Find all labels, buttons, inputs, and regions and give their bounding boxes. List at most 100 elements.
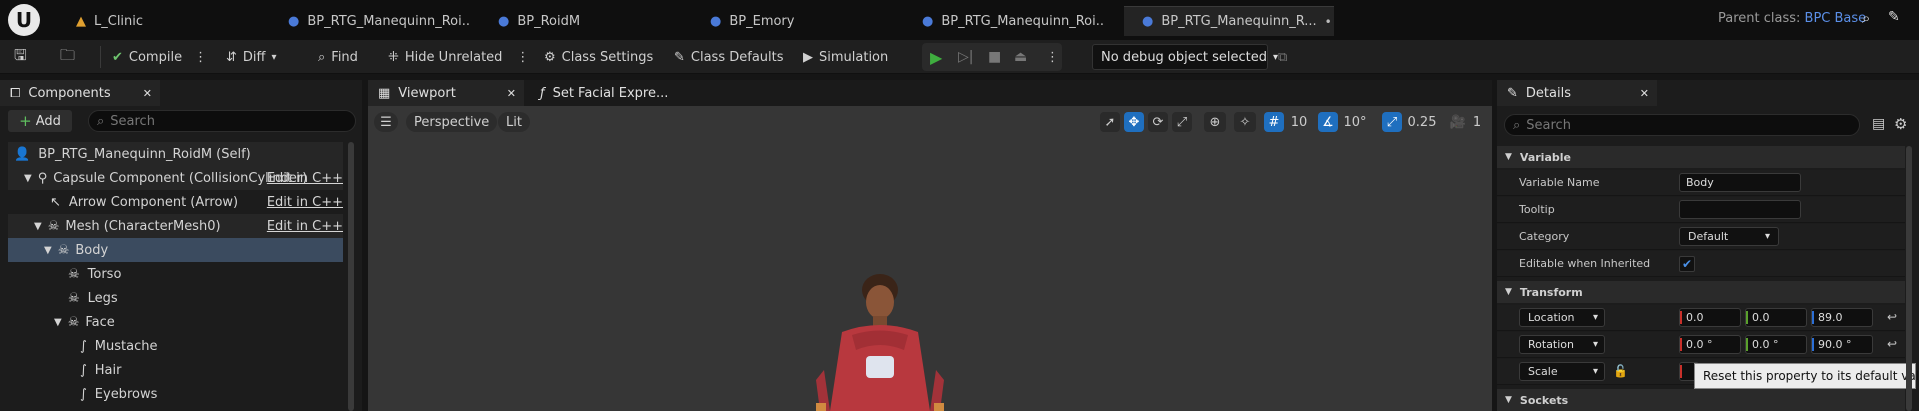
- select-icon[interactable]: ➚: [1100, 112, 1120, 132]
- translate-icon[interactable]: ✥: [1124, 112, 1144, 132]
- camera-speed-icon[interactable]: 🎥: [1448, 112, 1468, 132]
- row-variable-name: Variable Name Body: [1497, 170, 1905, 196]
- add-component-button[interactable]: + Add: [8, 110, 72, 132]
- tab-bp-emory[interactable]: ● BP_Emory: [692, 6, 882, 36]
- browse-icon[interactable]: 🗀: [60, 45, 75, 69]
- viewport-menu-button[interactable]: ☰: [374, 112, 398, 132]
- close-icon[interactable]: ✕: [143, 87, 152, 100]
- hide-unrelated-button[interactable]: ⁜ Hide Unrelated ⋮: [388, 45, 529, 69]
- editable-checkbox[interactable]: ✔: [1679, 256, 1695, 272]
- location-z-field[interactable]: 89.0: [1811, 308, 1873, 327]
- find-button[interactable]: ⌕ Find: [318, 45, 358, 69]
- tree-item-arrow[interactable]: ↖ Arrow Component (Arrow) Edit in C++: [8, 190, 343, 214]
- class-settings-button[interactable]: ⚙ Class Settings: [544, 45, 653, 69]
- tab-bp-rtg-manequinn-2[interactable]: ● BP_RTG_Manequinn_Roi...: [904, 6, 1104, 36]
- section-transform[interactable]: ▼ Transform: [1497, 281, 1905, 303]
- tab-l-clinic[interactable]: ▲ L_Clinic: [58, 6, 248, 36]
- tree-item-body[interactable]: ▼ ☠ Body: [8, 238, 343, 262]
- gear-icon[interactable]: ⚙: [1894, 115, 1907, 133]
- details-search-input[interactable]: ⌕ Search: [1504, 114, 1860, 136]
- parent-class-link[interactable]: BPC Base: [1805, 11, 1867, 26]
- viewport-tab[interactable]: ▦ Viewport ✕: [368, 80, 524, 106]
- tooltip-field[interactable]: [1679, 200, 1801, 219]
- tab-bp-rtg-manequinn-1[interactable]: ● BP_RTG_Manequinn_Roi...: [270, 6, 470, 36]
- lock-icon[interactable]: 🔓: [1613, 364, 1628, 378]
- rotation-snap-icon[interactable]: ∡: [1318, 112, 1338, 132]
- tree-item-mesh[interactable]: ▼ ☠ Mesh (CharacterMesh0) Edit in C++: [8, 214, 343, 238]
- function-tab[interactable]: ƒ Set Facial Expre...: [530, 80, 680, 106]
- table-view-icon[interactable]: ▤: [1872, 116, 1885, 132]
- location-y-field[interactable]: 0.0: [1745, 308, 1807, 327]
- close-icon[interactable]: ✕: [507, 87, 516, 100]
- section-variable[interactable]: ▼ Variable: [1497, 146, 1905, 168]
- rotation-mode-combo[interactable]: Rotation ▾: [1519, 335, 1605, 354]
- perspective-button[interactable]: Perspective: [406, 112, 498, 132]
- search-icon[interactable]: ⌕: [1862, 9, 1870, 27]
- scale-snap-value[interactable]: 0.25: [1404, 112, 1440, 132]
- debug-object-dropdown[interactable]: No debug object selected ▾: [1092, 44, 1278, 70]
- grid-snap-icon[interactable]: #: [1264, 112, 1284, 132]
- surface-snap-icon[interactable]: ✧: [1234, 112, 1256, 132]
- tree-item-hair[interactable]: ∫ Hair: [8, 358, 343, 382]
- grid-snap-value[interactable]: 10: [1286, 112, 1312, 132]
- save-icon[interactable]: 🖫: [14, 45, 27, 69]
- rotation-x-field[interactable]: 0.0 °: [1679, 335, 1741, 354]
- variable-name-field[interactable]: Body: [1679, 173, 1801, 192]
- blueprint-icon: ●: [498, 13, 510, 29]
- chevron-down-icon: ▼: [54, 316, 62, 328]
- rotation-z-field[interactable]: 90.0 °: [1811, 335, 1873, 354]
- rotation-y-field[interactable]: 0.0 °: [1745, 335, 1807, 354]
- close-icon[interactable]: ✕: [1640, 87, 1649, 100]
- scale-snap-icon[interactable]: ⤢: [1382, 112, 1402, 132]
- tab-bp-rtg-manequinn-active[interactable]: ● BP_RTG_Manequinn_R... • ✕: [1124, 6, 1334, 36]
- tree-item-self[interactable]: 👤 BP_RTG_Manequinn_RoidM (Self): [8, 142, 343, 166]
- toolbar-separator: [100, 46, 101, 68]
- play-icon[interactable]: ▶: [930, 45, 942, 69]
- compile-button[interactable]: ✔ Compile ⋮: [112, 45, 207, 69]
- tree-item-mustache[interactable]: ∫ Mustache: [8, 334, 343, 358]
- step-icon[interactable]: ▷|: [958, 45, 973, 69]
- components-tab[interactable]: ⧠ Components ✕: [0, 80, 160, 106]
- components-search-input[interactable]: ⌕ Search: [88, 110, 356, 132]
- rotate-icon[interactable]: ⟳: [1148, 112, 1168, 132]
- location-x-field[interactable]: 0.0: [1679, 308, 1741, 327]
- edit-in-cpp-link[interactable]: Edit in C++: [267, 195, 343, 210]
- play-options-icon[interactable]: ⋮: [1046, 45, 1059, 69]
- details-tab[interactable]: ✎ Details ✕: [1497, 80, 1657, 106]
- category-combo[interactable]: Default ▾: [1679, 227, 1779, 246]
- edit-in-cpp-link[interactable]: Edit in C++: [267, 219, 343, 234]
- x-axis-marker: [1680, 338, 1682, 351]
- scale-mode-combo[interactable]: Scale ▾: [1519, 362, 1605, 381]
- scale-icon[interactable]: ⤢: [1172, 112, 1192, 132]
- class-defaults-button[interactable]: ✎ Class Defaults: [674, 45, 784, 69]
- compile-options-icon[interactable]: ⋮: [194, 50, 207, 65]
- edit-in-cpp-link[interactable]: Edit in C++: [267, 171, 343, 186]
- stop-icon[interactable]: ■: [988, 45, 1001, 69]
- location-mode-combo[interactable]: Location ▾: [1519, 308, 1605, 327]
- chevron-down-icon: ▾: [1592, 366, 1598, 377]
- pencil-icon[interactable]: ✎: [1888, 9, 1900, 25]
- tab-bp-roidm[interactable]: ● BP_RoidM: [480, 6, 670, 36]
- lit-button[interactable]: Lit: [498, 112, 530, 132]
- details-scrollbar[interactable]: [1906, 146, 1912, 411]
- tree-item-face[interactable]: ▼ ☠ Face: [8, 310, 343, 334]
- hide-options-icon[interactable]: ⋮: [516, 50, 529, 65]
- tree-item-legs[interactable]: ☠ Legs: [8, 286, 343, 310]
- debug-filter-icon[interactable]: ⧉: [1278, 45, 1287, 69]
- simulation-button[interactable]: ▶ Simulation: [803, 45, 888, 69]
- camera-speed-value[interactable]: 1: [1470, 112, 1484, 132]
- unreal-logo-icon[interactable]: U: [8, 4, 40, 36]
- components-scrollbar[interactable]: [348, 142, 354, 411]
- section-sockets[interactable]: ▼ Sockets: [1497, 389, 1905, 411]
- tree-item-eyebrows[interactable]: ∫ Eyebrows: [8, 382, 343, 406]
- close-tab-icon[interactable]: • ✕: [1325, 15, 1334, 29]
- character-preview[interactable]: [780, 260, 980, 411]
- tree-item-capsule[interactable]: ▼ ⚲ Capsule Component (CollisionCylinder…: [8, 166, 343, 190]
- reset-rotation-icon[interactable]: ↩: [1887, 337, 1897, 351]
- rotation-snap-value[interactable]: 10°: [1340, 112, 1370, 132]
- world-local-icon[interactable]: ⊕: [1204, 112, 1226, 132]
- tree-item-torso[interactable]: ☠ Torso: [8, 262, 343, 286]
- reset-location-icon[interactable]: ↩: [1887, 310, 1897, 324]
- diff-button[interactable]: ⇵ Diff ▾: [226, 45, 277, 69]
- eject-icon[interactable]: ⏏: [1014, 45, 1027, 69]
